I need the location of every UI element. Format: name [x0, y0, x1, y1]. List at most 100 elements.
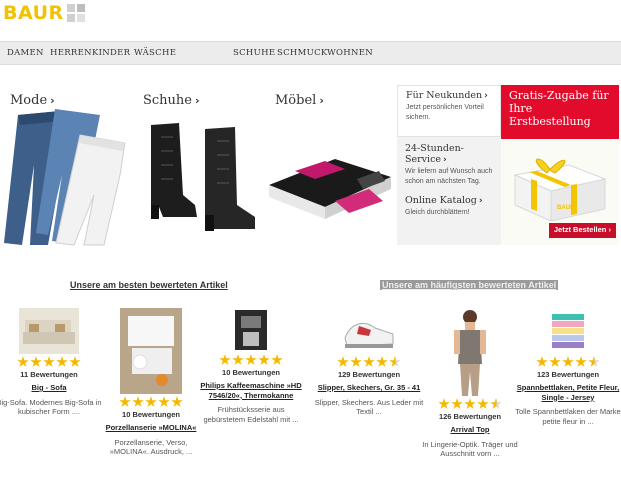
- star-icon: [30, 356, 42, 367]
- product-description: Slipper, Skechers. Aus Leder mit Textil …: [314, 397, 424, 417]
- product-name[interactable]: Slipper, Skechers, Gr. 35 - 41: [314, 383, 424, 393]
- star-icon: [464, 398, 476, 409]
- product-name[interactable]: Philips Kaffeemaschine »HD 7546/20«, The…: [196, 381, 306, 400]
- product-card[interactable]: 129 Bewertungen Slipper, Skechers, Gr. 3…: [314, 308, 424, 417]
- product-description: Tolle Spannbettlaken der Marke petite fl…: [515, 407, 621, 426]
- jetzt-bestellen-button[interactable]: Jetzt Bestellen ›: [548, 223, 616, 238]
- nav-item-kinder[interactable]: KINDER: [92, 48, 130, 58]
- star-icon: [43, 356, 55, 367]
- promo-katalog-text: Gleich durchblättern!: [405, 209, 470, 216]
- product-description: Porzellanserie, Verso, »MOLINA«. Ausdruc…: [109, 437, 193, 457]
- product-description: Frühstücksserie aus gebürstetem Edelstah…: [203, 405, 299, 424]
- nav-item-damen[interactable]: DAMEN: [7, 48, 44, 58]
- review-count: 123 Bewertungen: [536, 370, 600, 379]
- star-half-icon: [389, 356, 401, 367]
- star-icon: [549, 356, 561, 367]
- nav-item-herren[interactable]: HERREN: [50, 48, 92, 58]
- star-icon: [350, 356, 362, 367]
- bed-image: [265, 125, 395, 247]
- nav-item-schmuck[interactable]: SCHMUCK: [277, 48, 328, 58]
- star-rating: [513, 356, 621, 368]
- product-card[interactable]: 10 Bewertungen Porzellanserie »MOLINA« P…: [96, 308, 206, 457]
- star-rating: [0, 356, 104, 368]
- promo-neukunden-title: Für Neukunden: [406, 90, 483, 101]
- sneaker-thumbnail: [344, 322, 394, 348]
- gift-box-brand: BAUR: [557, 205, 575, 211]
- chevron-right-icon: ›: [478, 196, 483, 206]
- review-count: 10 Bewertungen: [222, 368, 280, 377]
- logo-squares-icon: [66, 4, 85, 22]
- product-name[interactable]: Big - Sofa: [0, 383, 104, 393]
- chevron-right-icon: ›: [443, 155, 447, 165]
- promo-gift[interactable]: Gratis-Zugabe für Ihre Erstbestellung BA…: [501, 85, 619, 245]
- product-name[interactable]: Porzellanserie »MOLINA«: [96, 423, 206, 433]
- nav-item-waesche[interactable]: WÄSCHE: [134, 48, 176, 58]
- star-rating: [96, 396, 206, 408]
- category-moebel-title: Möbel: [275, 93, 317, 108]
- star-icon: [145, 396, 157, 407]
- promo-neukunden[interactable]: Für Neukunden › Jetzt persönlichen Vortei…: [397, 85, 501, 137]
- star-icon: [438, 398, 450, 409]
- promo-panel: Für Neukunden › Jetzt persönlichen Vortei…: [397, 85, 619, 245]
- nav-item-wohnen[interactable]: WOHNEN: [327, 48, 373, 58]
- cta-label: Jetzt Bestellen: [553, 225, 607, 234]
- star-icon: [562, 356, 574, 367]
- star-rating: [314, 356, 424, 368]
- star-icon: [376, 356, 388, 367]
- product-name[interactable]: Spannbettlaken, Petite Fleur, Single - J…: [513, 383, 621, 402]
- chevron-right-icon: ›: [50, 94, 55, 107]
- promo-24h-service[interactable]: 24-Stunden-Service › Wir liefern auf Wuns…: [397, 139, 501, 189]
- product-description: Big-Sofa. Modernes Big-Sofa in kubischer…: [0, 397, 102, 417]
- star-icon: [232, 354, 244, 365]
- chevron-right-icon: ›: [608, 225, 612, 234]
- star-icon: [245, 354, 257, 365]
- promo-online-katalog[interactable]: Online Katalog › Gleich durchblättern!: [397, 191, 501, 241]
- promo-service-title: 24-Stunden-Service: [405, 143, 464, 165]
- gift-box-icon: BAUR: [513, 158, 607, 221]
- star-icon: [536, 356, 548, 367]
- product-card[interactable]: 126 Bewertungen Arrival Top In Lingerie-…: [415, 308, 525, 459]
- star-icon: [451, 398, 463, 409]
- baur-logo[interactable]: BAUR: [3, 2, 85, 24]
- star-icon: [271, 354, 283, 365]
- star-icon: [17, 356, 29, 367]
- nav-item-schuhe[interactable]: SCHUHE: [233, 48, 275, 58]
- review-count: 10 Bewertungen: [122, 410, 180, 419]
- product-name[interactable]: Arrival Top: [415, 425, 525, 435]
- chevron-right-icon: ›: [319, 94, 324, 107]
- gift-headline: Gratis-Zugabe für Ihre Erstbestellung: [501, 85, 619, 139]
- star-icon: [575, 356, 587, 367]
- promo-neukunden-text: Jetzt persönlichen Vorteil sichern.: [406, 104, 484, 121]
- jeans-image: [4, 109, 126, 246]
- chevron-right-icon: ›: [195, 94, 200, 107]
- star-icon: [171, 396, 183, 407]
- star-icon: [337, 356, 349, 367]
- review-count: 11 Bewertungen: [20, 370, 78, 379]
- most-rated-heading[interactable]: Unsere am häufigsten bewerteten Artikel: [380, 280, 559, 290]
- coffee-machine-thumbnail: [235, 310, 267, 350]
- chevron-right-icon: ›: [484, 91, 488, 101]
- category-schuhe[interactable]: Schuhe ›: [133, 85, 263, 247]
- product-description: In Lingerie-Optik. Träger und Ausschnitt…: [422, 439, 518, 459]
- logo-text: BAUR: [3, 2, 64, 24]
- star-icon: [69, 356, 81, 367]
- category-mode[interactable]: Mode ›: [0, 85, 130, 247]
- product-card[interactable]: 11 Bewertungen Big - Sofa Big-Sofa. Mode…: [0, 308, 104, 417]
- porcelain-thumbnail: [120, 308, 182, 394]
- category-mode-title: Mode: [10, 93, 48, 108]
- category-schuhe-title: Schuhe: [143, 93, 192, 108]
- star-icon: [158, 396, 170, 407]
- promo-katalog-title: Online Katalog: [405, 195, 477, 206]
- star-icon: [258, 354, 270, 365]
- star-icon: [477, 398, 489, 409]
- bed-sheets-thumbnail: [552, 314, 584, 348]
- review-count: 129 Bewertungen: [337, 370, 401, 379]
- category-moebel[interactable]: Möbel ›: [265, 85, 395, 247]
- star-half-icon: [588, 356, 600, 367]
- best-rated-heading[interactable]: Unsere am besten bewerteten Artikel: [70, 280, 228, 290]
- product-card[interactable]: 10 Bewertungen Philips Kaffeemaschine »H…: [196, 308, 306, 424]
- product-card[interactable]: 123 Bewertungen Spannbettlaken, Petite F…: [513, 308, 621, 426]
- boots-image: [151, 123, 255, 231]
- sofa-thumbnail: [19, 308, 79, 354]
- star-icon: [132, 396, 144, 407]
